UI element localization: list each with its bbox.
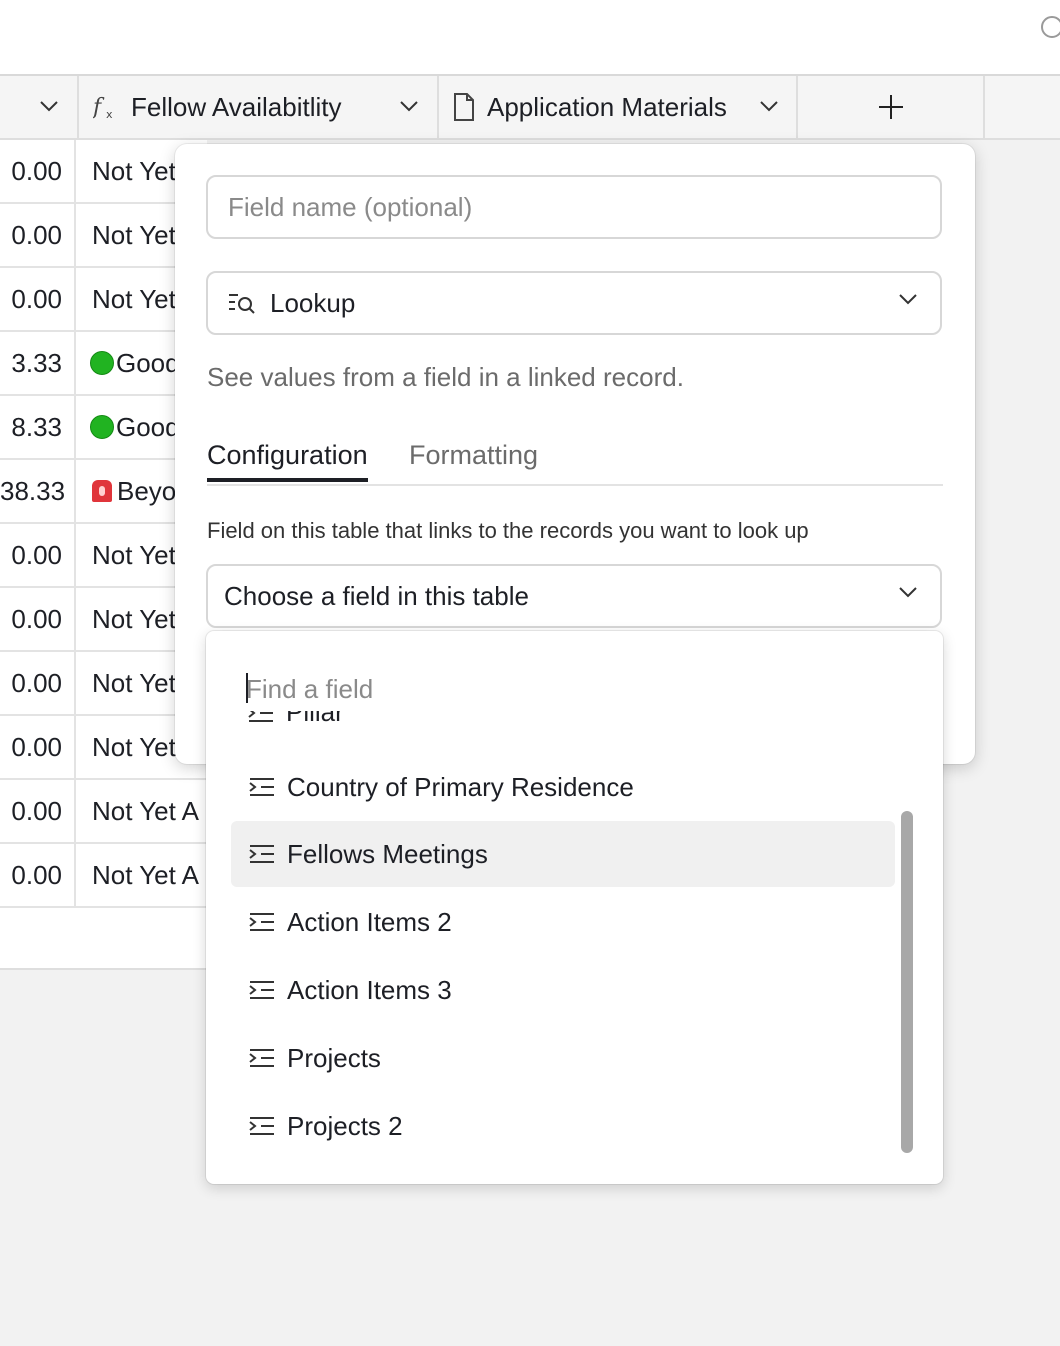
linked-record-icon <box>248 711 273 722</box>
number-cell[interactable]: 3.33 <box>0 332 76 394</box>
list-item-label: Action Items 3 <box>287 974 452 1005</box>
status-text: Not Yet A <box>92 796 199 826</box>
number-cell[interactable]: 0.00 <box>0 716 76 778</box>
chevron-down-icon[interactable] <box>399 100 419 112</box>
column-header-previous[interactable] <box>0 76 79 138</box>
field-name-input[interactable]: Field name (optional) <box>206 175 942 239</box>
column-header-fellow-availability[interactable]: f x Fellow Availabitlity <box>79 76 439 138</box>
number-cell[interactable]: 0.00 <box>0 780 76 842</box>
list-item[interactable]: Fellows Meetings <box>231 821 895 887</box>
linked-record-icon <box>249 1049 274 1067</box>
status-text: Not Yet <box>92 668 176 698</box>
number-cell[interactable]: 0.00 <box>0 140 76 202</box>
lookup-icon <box>229 294 255 314</box>
status-text: Not Yet <box>92 156 176 186</box>
svg-text:f: f <box>93 95 105 120</box>
top-bar <box>0 0 1060 76</box>
number-cell[interactable]: 0.00 <box>0 524 76 586</box>
status-cell[interactable]: Not Yet <box>92 204 176 266</box>
status-cell[interactable]: Not Yet <box>92 524 176 586</box>
number-cell[interactable]: 38.33 <box>0 460 76 522</box>
document-icon <box>454 93 474 121</box>
status-text: Not Yet <box>92 732 176 762</box>
status-cell[interactable]: Not Yet A <box>92 780 199 842</box>
field-type-select[interactable]: Lookup <box>206 271 942 335</box>
siren-icon <box>92 480 112 502</box>
linked-record-icon <box>249 778 274 796</box>
table-row[interactable]: 0.00 Not Yet A <box>0 844 207 908</box>
link-field-select[interactable]: Choose a field in this table <box>206 564 942 628</box>
svg-text:x: x <box>106 108 113 120</box>
config-tabs: Configuration Formatting <box>207 434 943 486</box>
link-field-help-text: Field on this table that links to the re… <box>207 518 809 543</box>
list-item-label: Country of Primary Residence <box>287 771 634 802</box>
status-cell[interactable]: Not Yet <box>92 140 176 202</box>
link-field-select-label: Choose a field in this table <box>224 580 529 611</box>
formula-icon: f x <box>93 95 113 120</box>
chevron-down-icon[interactable] <box>759 100 779 112</box>
status-cell[interactable]: Beyo <box>92 460 176 522</box>
chevron-down-icon[interactable] <box>39 100 59 112</box>
list-item[interactable]: Action Items 3 <box>231 957 895 1023</box>
list-item[interactable]: Action Items 2 <box>231 889 895 955</box>
field-type-description: See values from a field in a linked reco… <box>207 362 684 392</box>
status-cell[interactable]: Good <box>90 396 180 458</box>
status-text: Not Yet <box>92 284 176 314</box>
column-header-application-materials[interactable]: Application Materials <box>439 76 798 138</box>
list-item[interactable]: Projects 2 <box>231 1093 895 1159</box>
list-item-label: Action Items 2 <box>287 906 452 937</box>
status-text: Good <box>116 348 180 378</box>
green-circle-icon <box>90 351 114 375</box>
grid-header: f x Fellow Availabitlity Application Mat… <box>0 76 1060 140</box>
linked-record-icon <box>249 913 274 931</box>
status-text: Good <box>116 412 180 442</box>
column-header-label: Application Materials <box>487 91 727 122</box>
number-cell[interactable]: 0.00 <box>0 588 76 650</box>
loading-spinner-icon <box>1041 16 1060 38</box>
number-cell[interactable]: 0.00 <box>0 268 76 330</box>
tab-configuration[interactable]: Configuration <box>207 434 368 482</box>
status-text: Not Yet <box>92 540 176 570</box>
green-circle-icon <box>90 415 114 439</box>
status-cell[interactable]: Not Yet <box>92 652 176 714</box>
linked-record-icon <box>249 981 274 999</box>
table-row[interactable]: 0.00 Not Yet A <box>0 780 207 844</box>
field-type-label: Lookup <box>270 287 356 318</box>
linked-record-icon <box>249 845 274 863</box>
list-item-label: Pillar <box>286 711 344 727</box>
field-picker-dropdown: Find a field Pillar Country of Primary R… <box>206 631 943 1184</box>
list-item-partial[interactable]: Pillar <box>248 711 448 731</box>
column-header-label: Fellow Availabitlity <box>131 91 342 122</box>
number-cell[interactable]: 0.00 <box>0 204 76 266</box>
number-cell[interactable]: 0.00 <box>0 844 76 906</box>
status-cell[interactable]: Not Yet <box>92 588 176 650</box>
dropdown-scrollbar[interactable] <box>901 811 913 1153</box>
list-item-label: Fellows Meetings <box>287 838 488 869</box>
number-cell[interactable]: 0.00 <box>0 652 76 714</box>
add-field-button[interactable] <box>798 76 985 138</box>
status-text: Not Yet <box>92 220 176 250</box>
status-cell[interactable]: Not Yet <box>92 716 176 778</box>
tab-formatting[interactable]: Formatting <box>409 434 538 476</box>
find-field-input[interactable]: Find a field <box>246 671 373 707</box>
status-cell[interactable]: Not Yet A <box>92 844 199 906</box>
list-item[interactable]: Country of Primary Residence <box>231 754 895 820</box>
status-cell[interactable]: Good <box>90 332 180 394</box>
chevron-down-icon <box>899 587 917 598</box>
number-cell[interactable]: 8.33 <box>0 396 76 458</box>
list-item-label: Projects 2 <box>287 1110 403 1141</box>
status-cell[interactable]: Not Yet <box>92 268 176 330</box>
status-text: Not Yet A <box>92 860 199 890</box>
linked-record-icon <box>249 1117 274 1135</box>
plus-icon <box>878 95 903 119</box>
list-item-label: Projects <box>287 1042 381 1073</box>
chevron-down-icon <box>899 294 917 305</box>
status-text: Not Yet <box>92 604 176 634</box>
list-item[interactable]: Projects <box>231 1025 895 1091</box>
status-text: Beyo <box>117 476 177 506</box>
